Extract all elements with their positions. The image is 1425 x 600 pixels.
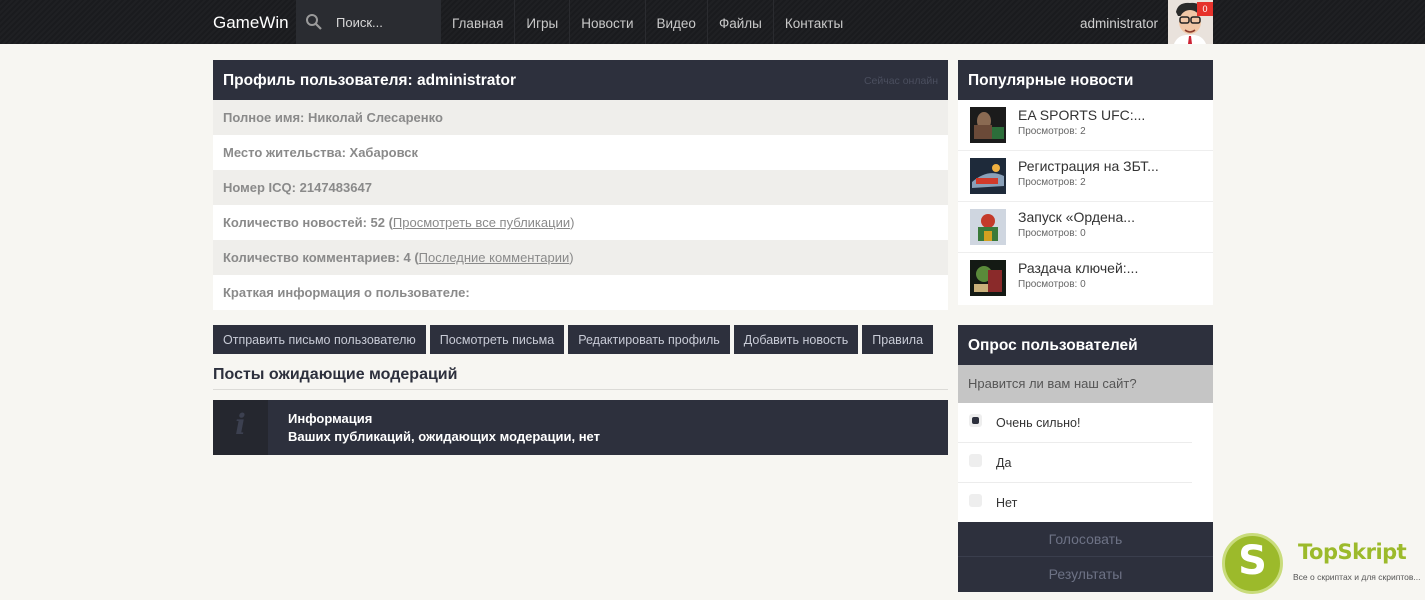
results-button[interactable]: Результаты xyxy=(958,557,1213,592)
about-label: Краткая информация о пользователе: xyxy=(223,285,470,300)
poll-radio[interactable] xyxy=(969,494,982,507)
news-views: Просмотров: 2 xyxy=(1018,126,1086,137)
last-comments-link[interactable]: Последние комментарии xyxy=(419,250,570,265)
info-text: Ваших публикаций, ожидающих модерации, н… xyxy=(288,429,600,444)
news-close-paren: ) xyxy=(570,215,575,230)
moderation-title: Посты ожидающие модераций xyxy=(213,366,948,390)
full-name-row: Полное имя: Николай Слесаренко xyxy=(213,100,948,135)
news-views: Просмотров: 0 xyxy=(1018,228,1086,239)
news-title[interactable]: Раздача ключей:... xyxy=(1018,260,1138,276)
watermark-brand: TopSkript xyxy=(1298,540,1407,564)
location-row: Место жительства: Хабаровск xyxy=(213,135,948,170)
comments-count-label: Количество комментариев: 4 ( xyxy=(223,250,419,265)
nav-contacts[interactable]: Контакты xyxy=(774,0,854,44)
popular-news-item[interactable]: EA SPORTS UFC:... Просмотров: 2 xyxy=(958,100,1213,151)
icq-value: 2147483647 xyxy=(299,180,372,195)
popular-news-item[interactable]: Раздача ключей:... Просмотров: 0 xyxy=(958,253,1213,304)
info-icon: i xyxy=(235,408,246,441)
poll-option-label[interactable]: Очень сильно! xyxy=(996,416,1080,430)
notification-badge[interactable]: 0 xyxy=(1197,2,1213,16)
all-publications-link[interactable]: Просмотреть все публикации xyxy=(393,215,570,230)
popular-news-item[interactable]: Запуск «Ордена... Просмотров: 0 xyxy=(958,202,1213,253)
location-value: Хабаровск xyxy=(349,145,418,160)
username-link[interactable]: administrator xyxy=(1080,0,1158,48)
poll-option-label[interactable]: Да xyxy=(996,456,1011,470)
info-title: Информация xyxy=(288,411,373,426)
icq-row: Номер ICQ: 2147483647 xyxy=(213,170,948,205)
info-message: i Информация Ваших публикаций, ожидающих… xyxy=(213,400,948,455)
poll-question: Нравится ли вам наш сайт? xyxy=(958,365,1213,403)
full-name-label: Полное имя: xyxy=(223,110,305,125)
location-label: Место жительства: xyxy=(223,145,346,160)
about-row: Краткая информация о пользователе: xyxy=(213,275,948,310)
comments-close-paren: ) xyxy=(569,250,574,265)
watermark-logo: S xyxy=(1222,533,1283,594)
news-count-row: Количество новостей: 52 (Просмотреть все… xyxy=(213,205,948,240)
send-message-button[interactable]: Отправить письмо пользователю xyxy=(213,325,426,354)
profile-title: Профиль пользователя: administrator xyxy=(223,72,517,89)
comments-count-row: Количество комментариев: 4 (Последние ко… xyxy=(213,240,948,275)
news-thumbnail xyxy=(970,107,1006,143)
nav-video[interactable]: Видео xyxy=(646,0,708,44)
news-title[interactable]: Регистрация на ЗБТ... xyxy=(1018,158,1159,174)
profile-actions: Отправить письмо пользователю Посмотреть… xyxy=(213,325,934,354)
nav-games[interactable]: Игры xyxy=(515,0,571,44)
icq-label: Номер ICQ: xyxy=(223,180,296,195)
profile-info: Полное имя: Николай Слесаренко Место жит… xyxy=(213,100,948,310)
watermark-tagline: Все о скриптах и для скриптов... xyxy=(1293,572,1421,582)
nav-home[interactable]: Главная xyxy=(441,0,516,44)
poll-option[interactable]: Нет xyxy=(958,483,1192,523)
profile-header: Профиль пользователя: administrator Сейч… xyxy=(213,60,948,100)
edit-profile-button[interactable]: Редактировать профиль xyxy=(568,325,730,354)
search-input[interactable]: Поиск... xyxy=(336,0,383,46)
search-box[interactable]: Поиск... xyxy=(296,0,441,44)
info-icon-box: i xyxy=(213,400,268,455)
add-news-button[interactable]: Добавить новость xyxy=(733,325,859,354)
nav-files[interactable]: Файлы xyxy=(708,0,774,44)
popular-news-item[interactable]: Регистрация на ЗБТ... Просмотров: 2 xyxy=(958,151,1213,202)
rules-button[interactable]: Правила xyxy=(862,325,934,354)
news-title[interactable]: Запуск «Ордена... xyxy=(1018,209,1135,225)
news-count-label: Количество новостей: 52 ( xyxy=(223,215,393,230)
poll-options: Очень сильно! Да Нет xyxy=(958,403,1213,523)
vote-button[interactable]: Голосовать xyxy=(958,522,1213,557)
news-thumbnail xyxy=(970,209,1006,245)
poll-radio-selected[interactable] xyxy=(969,414,982,427)
watermark-letter: S xyxy=(1238,538,1267,584)
main-nav: Главная Игры Новости Видео Файлы Контакт… xyxy=(441,0,854,44)
online-status: Сейчас онлайн xyxy=(863,75,938,87)
news-title[interactable]: EA SPORTS UFC:... xyxy=(1018,107,1145,123)
news-thumbnail xyxy=(970,260,1006,296)
news-views: Просмотров: 2 xyxy=(1018,177,1086,188)
popular-news-list: EA SPORTS UFC:... Просмотров: 2 Регистра… xyxy=(958,100,1213,305)
site-logo[interactable]: GameWin xyxy=(213,0,289,44)
top-navbar: GameWin Поиск... Главная Игры Новости Ви… xyxy=(0,0,1425,44)
poll-option[interactable]: Очень сильно! xyxy=(958,403,1192,443)
poll-title: Опрос пользователей xyxy=(958,325,1213,365)
full-name-value: Николай Слесаренко xyxy=(308,110,443,125)
poll-option-label[interactable]: Нет xyxy=(996,496,1017,510)
news-thumbnail xyxy=(970,158,1006,194)
popular-news-title: Популярные новости xyxy=(958,60,1213,100)
poll-radio[interactable] xyxy=(969,454,982,467)
search-icon[interactable] xyxy=(305,13,323,31)
news-views: Просмотров: 0 xyxy=(1018,279,1086,290)
nav-news[interactable]: Новости xyxy=(570,0,646,44)
poll-option[interactable]: Да xyxy=(958,443,1192,483)
view-messages-button[interactable]: Посмотреть письма xyxy=(429,325,565,354)
